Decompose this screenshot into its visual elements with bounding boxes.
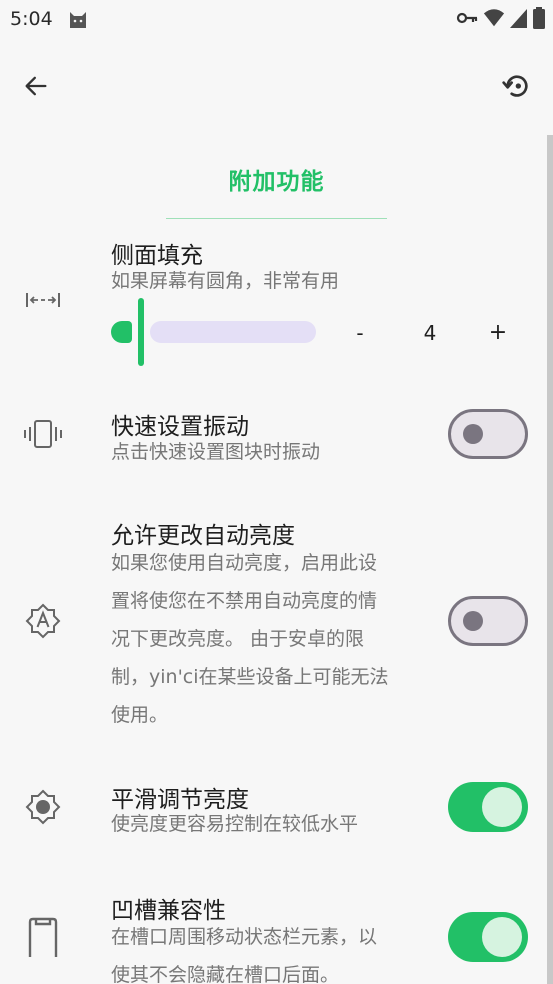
brightness-icon [22, 786, 64, 828]
smooth-brightness-toggle[interactable] [448, 782, 528, 832]
slider-inactive-track [150, 321, 316, 343]
auto-brightness-toggle[interactable] [448, 596, 528, 646]
auto-brightness-subtitle-line: 如果您使用自动亮度，启用此设 [111, 552, 378, 574]
auto-brightness-subtitle-line: 使用。 [111, 704, 169, 726]
slider-thumb[interactable] [138, 298, 144, 366]
horizontal-padding-icon [22, 279, 64, 321]
toggle-knob [463, 424, 483, 444]
auto-brightness-subtitle-line: 置将使您在不禁用自动亮度的情 [111, 590, 378, 612]
vibration-icon [22, 413, 64, 455]
wifi-icon [483, 7, 505, 33]
section-divider [166, 218, 387, 219]
back-button[interactable] [14, 68, 58, 108]
signal-icon [509, 7, 529, 33]
notch-compat-subtitle-line: 在槽口周围移动状态栏元素，以 [111, 926, 378, 948]
cat-icon [66, 6, 90, 34]
qs-vibration-toggle[interactable] [448, 409, 528, 459]
key-icon [455, 6, 479, 34]
notch-compat-toggle[interactable] [448, 912, 528, 962]
notch-phone-icon [22, 916, 64, 958]
restore-icon [501, 70, 533, 106]
increment-button[interactable]: + [484, 318, 512, 348]
auto-brightness-icon [22, 600, 64, 642]
side-padding-value: 4 [423, 321, 437, 345]
smooth-brightness-subtitle: 使亮度更容易控制在较低水平 [111, 813, 359, 835]
decrement-button[interactable]: - [346, 318, 374, 348]
slider-active-track [111, 321, 132, 343]
notch-compat-subtitle-line: 使其不会隐藏在槽口后面。 [111, 964, 340, 984]
arrow-left-icon [22, 72, 50, 104]
auto-brightness-subtitle-line: 况下更改亮度。 由于安卓的限 [111, 628, 365, 650]
status-icons [455, 6, 545, 34]
notch-compat-subtitle: 在槽口周围移动状态栏元素，以 使其不会隐藏在槽口后面。 [111, 918, 431, 984]
section-title: 附加功能 [228, 169, 325, 195]
top-app-bar [0, 60, 553, 116]
qs-vibration-subtitle: 点击快速设置图块时振动 [111, 441, 321, 463]
auto-brightness-subtitle-line: 制，yin'ci在某些设备上可能无法 [111, 666, 389, 688]
side-padding-slider[interactable] [111, 298, 321, 366]
auto-brightness-subtitle: 如果您使用自动亮度，启用此设 置将使您在不禁用自动亮度的情 况下更改亮度。 由于… [111, 544, 431, 734]
status-time: 5:04 [10, 8, 53, 30]
side-padding-subtitle: 如果屏幕有圆角，非常有用 [111, 270, 340, 292]
status-bar: 5:04 [0, 0, 553, 40]
toggle-knob [482, 787, 522, 827]
battery-icon [533, 7, 545, 33]
toggle-knob [482, 917, 522, 957]
toggle-knob [463, 611, 483, 631]
reset-button[interactable] [495, 68, 539, 108]
scrollbar[interactable] [547, 135, 553, 984]
